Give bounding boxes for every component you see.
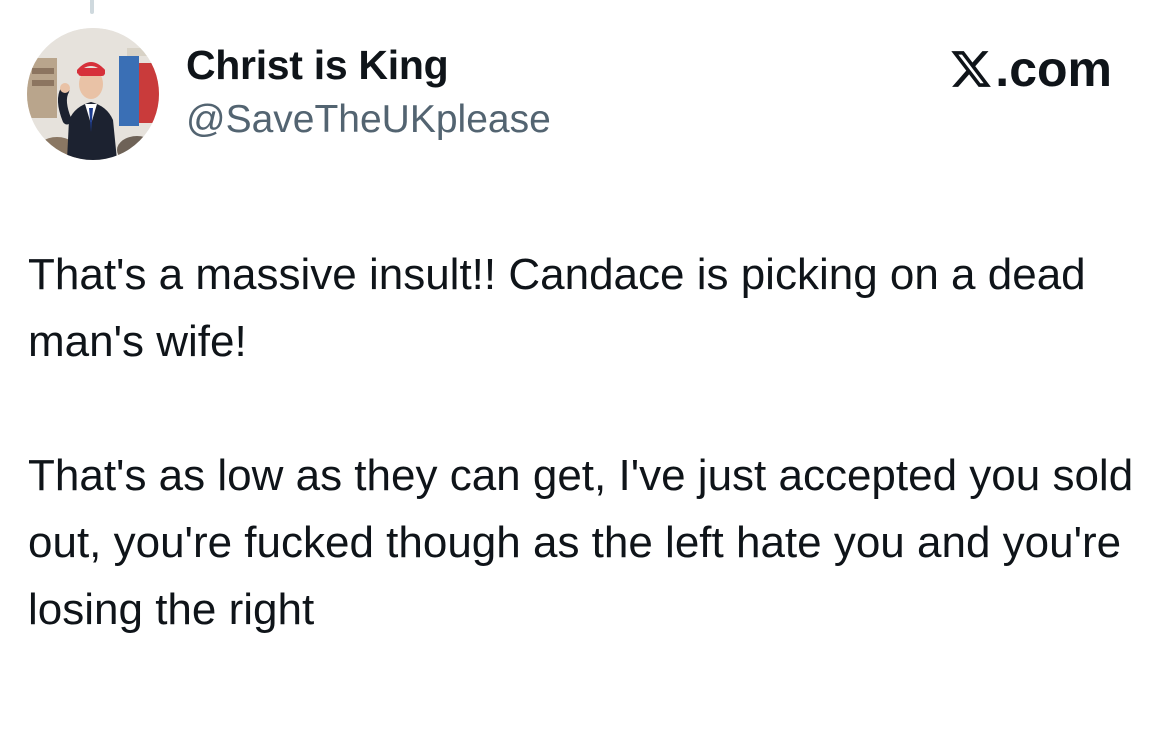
brand-watermark: .com <box>949 40 1112 98</box>
x-logo-icon <box>951 51 992 87</box>
tweet-text: That's a massive insult!! Candace is pic… <box>28 241 1138 643</box>
thread-connector-line <box>90 0 94 14</box>
brand-text: .com <box>995 41 1112 97</box>
avatar[interactable] <box>27 28 159 160</box>
display-name[interactable]: Christ is King <box>186 42 449 89</box>
user-handle[interactable]: @SaveTheUKplease <box>186 98 551 142</box>
tweet-paragraph: That's as low as they can get, I've just… <box>28 451 1134 634</box>
profile-photo <box>27 28 159 160</box>
tweet-paragraph: That's a massive insult!! Candace is pic… <box>28 250 1086 366</box>
